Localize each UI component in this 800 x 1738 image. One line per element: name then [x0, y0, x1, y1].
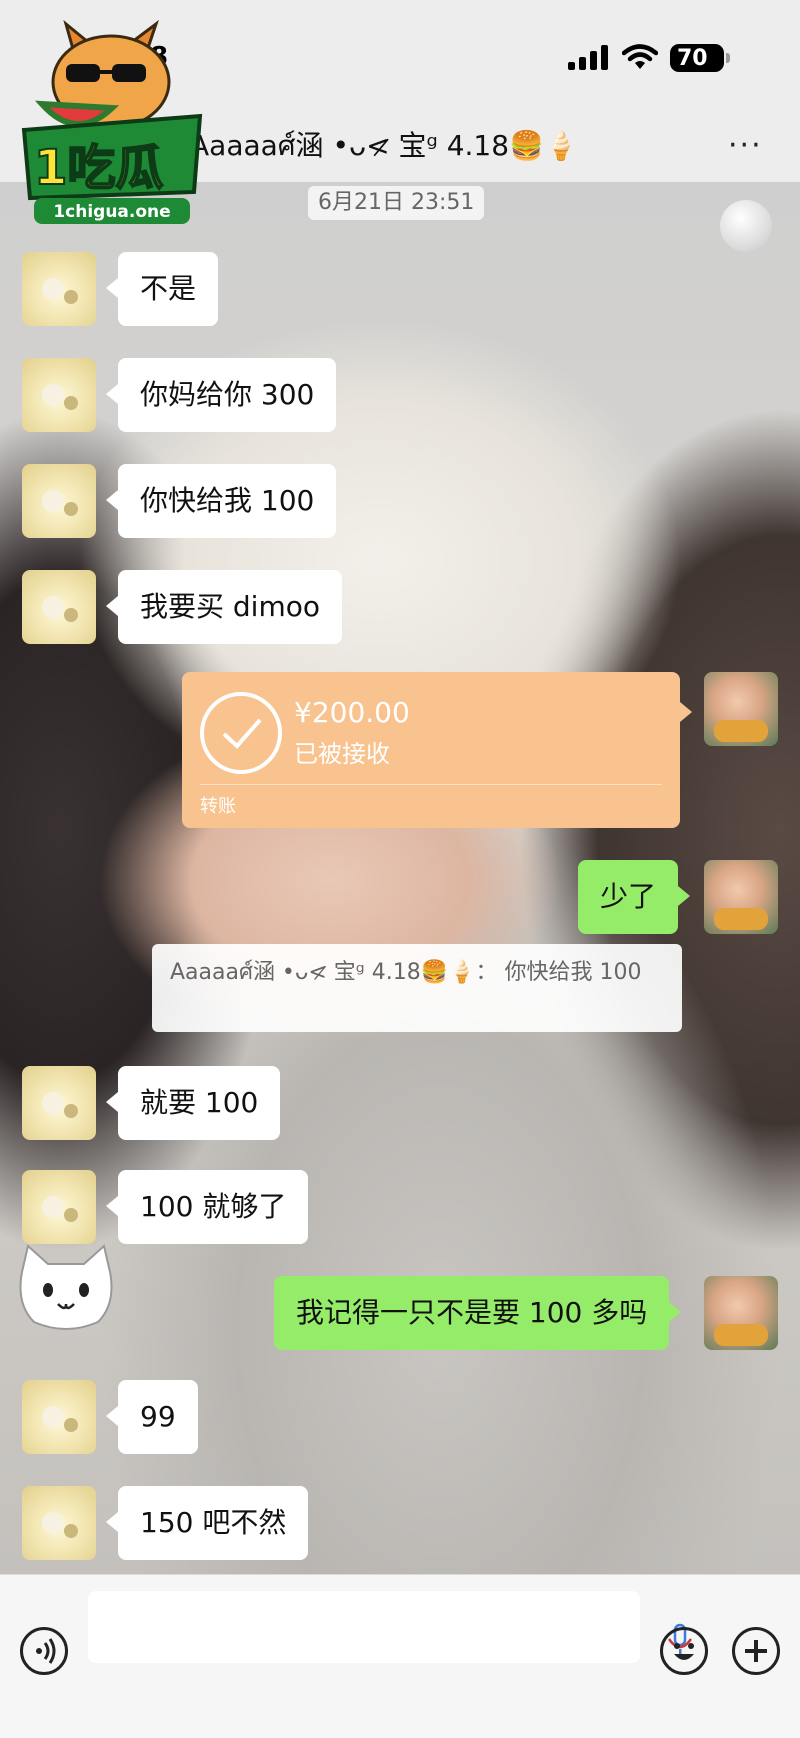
message-bubble[interactable]: 不是 [105, 252, 219, 326]
transfer-state: 已被接收 [294, 740, 390, 768]
cat-sticker [19, 1244, 113, 1330]
message-bubble-outgoing[interactable]: 少了 [578, 860, 691, 934]
transfer-amount: ¥200.00 [294, 696, 410, 729]
message-input[interactable] [88, 1591, 693, 1663]
avatar[interactable] [22, 1066, 96, 1140]
timestamp: 6月21日 23:51 [308, 186, 485, 220]
message-bubble[interactable]: 就要 100 [105, 1066, 281, 1140]
avatar[interactable] [22, 1170, 96, 1244]
plus-icon[interactable] [732, 1627, 780, 1675]
message-bubble[interactable]: 你快给我 100 [105, 464, 337, 538]
input-bar [0, 1574, 800, 1738]
transfer-divider [200, 784, 662, 785]
avatar[interactable] [22, 252, 96, 326]
site-logo: 1吃瓜 1chigua.one [21, 19, 203, 224]
more-icon[interactable]: ··· [728, 128, 763, 163]
message-bubble[interactable]: 我要买 dimoo [106, 570, 342, 644]
message-bubble[interactable]: 100 就够了 [105, 1170, 309, 1244]
message-bubble[interactable]: 99 [106, 1380, 198, 1454]
check-icon [200, 692, 282, 774]
avatar-self[interactable] [704, 860, 778, 934]
battery-level: 70 [677, 45, 708, 71]
emoji-icon[interactable] [660, 1627, 708, 1675]
logo-name: 1吃瓜 [34, 140, 163, 196]
logo-site: 1chigua.one [53, 202, 170, 222]
wifi-icon [622, 44, 658, 69]
chat-title[interactable]: Aaaaaศ์涵 •ᴗ<̷ 宝ᵍ 4.18🍔🍦 [190, 124, 579, 168]
avatar[interactable] [22, 570, 96, 644]
battery-icon: 70 [670, 44, 730, 72]
message-bubble[interactable]: 你妈给你 300 [105, 358, 337, 432]
signal-icon [568, 44, 608, 70]
transfer-kind: 转账 [200, 796, 236, 817]
avatar[interactable] [22, 358, 96, 432]
background-ornament [720, 200, 772, 252]
avatar[interactable] [22, 1380, 96, 1454]
quoted-message[interactable]: Aaaaaศ์涵 •ᴗ<̷ 宝ᵍ 4.18🍔🍦： 你快给我 100 [152, 944, 682, 1032]
avatar[interactable] [22, 1486, 96, 1560]
transfer-card[interactable]: ¥200.00 已被接收 转账 [182, 672, 692, 828]
message-bubble-outgoing[interactable]: 我记得一只不是要 100 多吗 [274, 1276, 682, 1350]
message-bubble[interactable]: 150 吧不然 [105, 1486, 309, 1560]
avatar[interactable] [22, 464, 96, 538]
voice-icon[interactable] [20, 1627, 68, 1675]
avatar-self[interactable] [704, 672, 778, 746]
avatar-self[interactable] [704, 1276, 778, 1350]
